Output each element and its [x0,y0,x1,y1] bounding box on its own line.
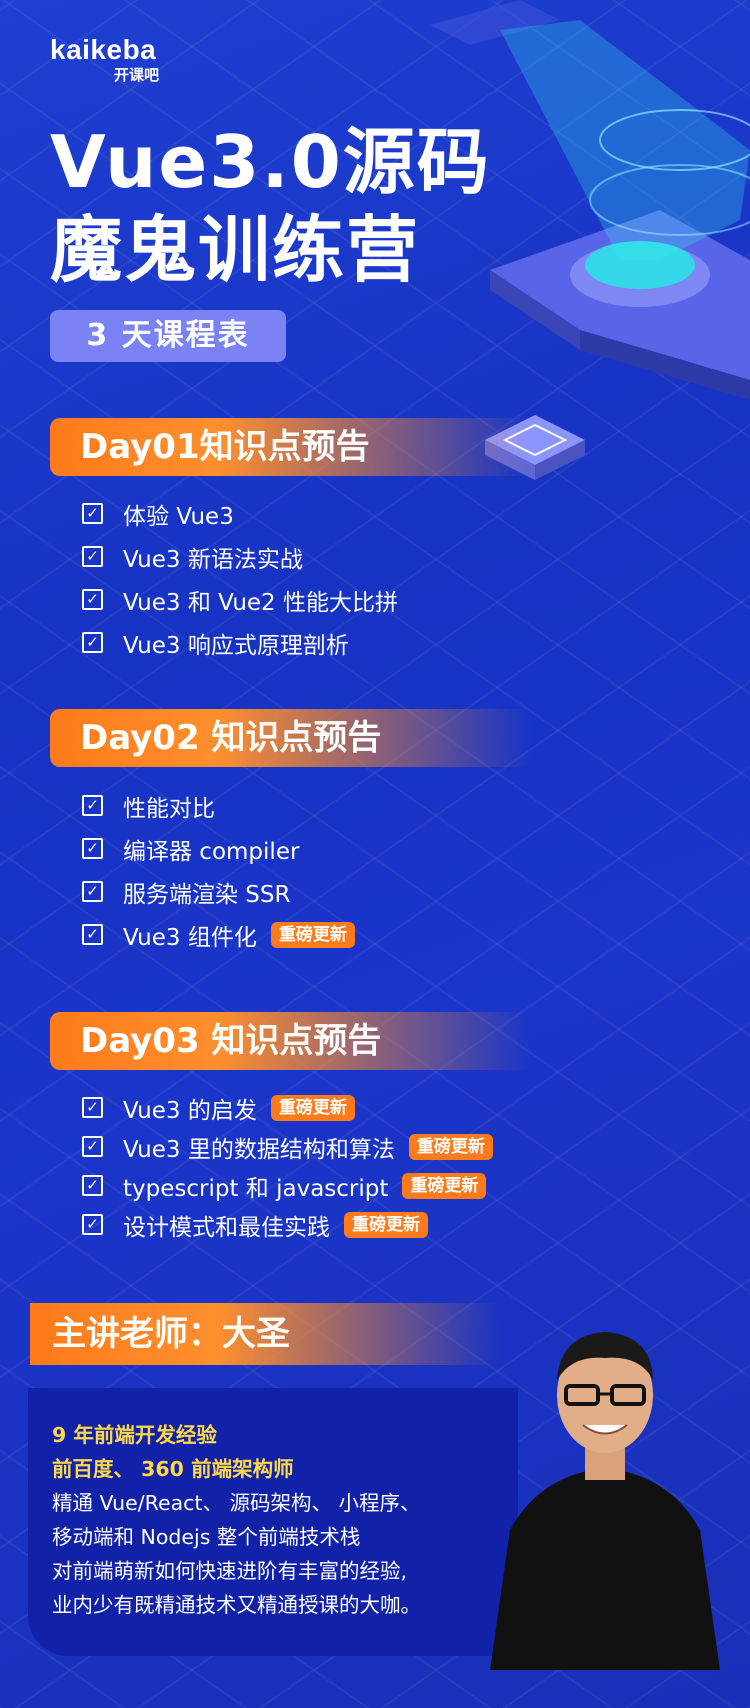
teacher-bio: 9 年前端开发经验 前百度、 360 前端架构师 精通 Vue/React、 源… [52,1418,421,1622]
checkbox-icon: ✓ [82,1136,103,1157]
teacher-heading: 主讲老师：大圣 [30,1303,500,1365]
checkbox-icon: ✓ [82,795,103,816]
checkbox-icon: ✓ [82,546,103,567]
day01-heading: Day01知识点预告 [50,418,530,476]
list-item: ✓ Vue3 的启发 重磅更新 [82,1088,493,1127]
list-item-label: Vue3 组件化 [123,924,257,951]
list-item-label: Vue3 里的数据结构和算法 [123,1136,395,1163]
list-item: ✓ Vue3 和 Vue2 性能大比拼 [82,578,398,621]
page-title: Vue3.0源码 魔鬼训练营 [50,118,491,294]
checkbox-icon: ✓ [82,924,103,945]
checkbox-icon: ✓ [82,589,103,610]
teacher-bio-line: 精通 Vue/React、 源码架构、 小程序、 [52,1491,421,1515]
teacher-photo [490,1332,720,1670]
list-item-label: 性能对比 [123,795,215,822]
list-item: ✓ Vue3 里的数据结构和算法 重磅更新 [82,1127,493,1166]
list-item-label: Vue3 和 Vue2 性能大比拼 [123,589,399,616]
list-item-label: typescript 和 javascript [123,1175,389,1202]
schedule-pill: 3 天课程表 [50,310,286,362]
update-badge: 重磅更新 [344,1211,428,1238]
day03-list: ✓ Vue3 的启发 重磅更新 ✓ Vue3 里的数据结构和算法 重磅更新 ✓ types… [82,1088,493,1244]
list-item: ✓ 编译器 compiler [82,827,355,870]
list-item: ✓ Vue3 新语法实战 [82,535,398,578]
teacher-highlight: 9 年前端开发经验 [52,1423,217,1447]
checkbox-icon: ✓ [82,632,103,653]
checkbox-icon: ✓ [82,1097,103,1118]
list-item-label: Vue3 响应式原理剖析 [123,632,349,659]
update-badge: 重磅更新 [402,1172,487,1199]
brand-name: kaikeba [50,34,157,65]
list-item-label: 服务端渲染 SSR [123,881,291,908]
list-item-label: Vue3 新语法实战 [123,546,303,573]
day02-list: ✓ 性能对比 ✓ 编译器 compiler ✓ 服务端渲染 SSR ✓ Vue3 组件化… [82,784,355,956]
checkbox-icon: ✓ [82,503,103,524]
checkbox-icon: ✓ [82,1214,103,1235]
teacher-bio-line: 移动端和 Nodejs 整个前端技术栈 [52,1525,361,1549]
day02-heading: Day02 知识点预告 [50,709,530,767]
list-item: ✓ Vue3 响应式原理剖析 [82,621,398,664]
teacher-bio-line: 对前端萌新如何快速进阶有丰富的经验, [52,1559,408,1583]
title-line-1: Vue3.0源码 [50,120,491,204]
teacher-highlight: 前百度、 360 前端架构师 [52,1457,294,1481]
checkbox-icon: ✓ [82,838,103,859]
list-item: ✓ 服务端渲染 SSR [82,870,355,913]
list-item: ✓ typescript 和 javascript 重磅更新 [82,1166,493,1205]
checkbox-icon: ✓ [82,1175,103,1196]
list-item: ✓ Vue3 组件化 重磅更新 [82,913,355,956]
update-badge: 重磅更新 [408,1133,493,1160]
list-item: ✓ 体验 Vue3 [82,492,398,535]
day01-list: ✓ 体验 Vue3 ✓ Vue3 新语法实战 ✓ Vue3 和 Vue2 性能大比拼 … [82,492,398,664]
list-item-label: 设计模式和最佳实践 [123,1214,330,1241]
title-line-2: 魔鬼训练营 [50,208,421,292]
brand-logo: kaikeba 开课吧 [50,34,159,85]
checkbox-icon: ✓ [82,881,103,902]
brand-sub: 开课吧 [114,66,160,84]
day03-heading: Day03 知识点预告 [50,1012,530,1070]
list-item: ✓ 性能对比 [82,784,355,827]
list-item-label: 体验 Vue3 [123,503,234,530]
list-item-label: 编译器 compiler [123,838,300,865]
list-item-label: Vue3 的启发 [123,1097,257,1124]
update-badge: 重磅更新 [270,1094,355,1121]
teacher-bio-line: 业内少有既精通技术又精通授课的大咖。 [52,1593,421,1617]
update-badge: 重磅更新 [270,921,355,948]
list-item: ✓ 设计模式和最佳实践 重磅更新 [82,1205,493,1244]
